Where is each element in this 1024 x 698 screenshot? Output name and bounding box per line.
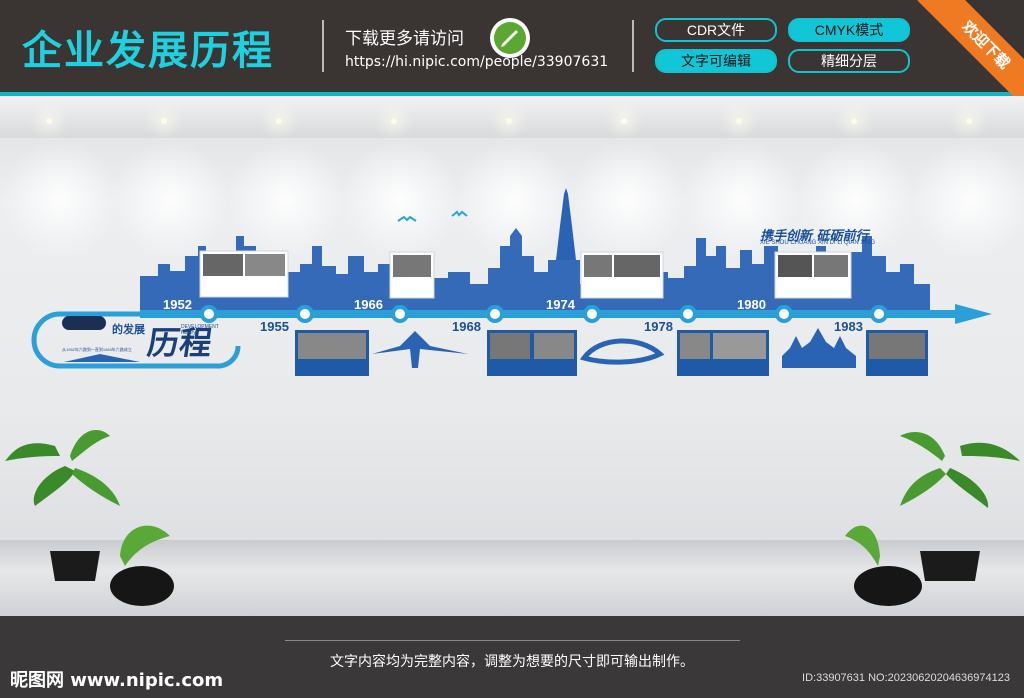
intro-en: DEVELOPMENT history [181,324,219,336]
corner-ribbon-label: 欢迎下载 [917,0,1024,110]
bird-icon [397,215,417,222]
pill-cmyk-mode: CMYK模式 [788,18,910,42]
header-divider [322,20,324,72]
download-url[interactable]: https://hi.nipic.com/people/33907631 [345,54,608,70]
footer-divider [285,640,740,641]
site-watermark: 昵图网 www.nipic.com [10,670,224,691]
year-label-top: 1966 [354,297,383,312]
year-label-bottom: 1978 [644,319,673,334]
intro-title: 的发展 [112,323,145,336]
year-label-top: 1974 [546,297,575,312]
intro-desc: 从1952年六路到一直到1983年六路成立 [62,347,132,352]
year-label-top: 1952 [163,297,192,312]
pill-editable-text: 文字可编辑 [655,49,777,73]
nipic-logo-icon [490,18,530,58]
pill-cdr-file: CDR文件 [655,18,777,42]
bird-icon [451,210,468,217]
plant-left [5,430,174,606]
page-title: 企业发展历程 [22,28,274,74]
year-label-top: 1980 [737,297,766,312]
plant-right [845,432,1020,606]
landmark-shapes [372,328,856,368]
year-label-bottom: 1983 [834,319,863,334]
timeline-slogan-sub: XIE SHOU CHUANG XIN DI LI QIAN XING [760,240,876,246]
corner-ribbon: 欢迎下载 [914,0,1024,110]
header-divider-2 [632,20,634,72]
download-text: 下载更多请访问 [345,29,464,49]
year-label-bottom: 1968 [452,319,481,334]
image-id-text: ID:33907631 NO:20230620204636974123 [802,672,1010,684]
year-label-bottom: 1955 [260,319,289,334]
pill-fine-layers: 精细分层 [788,49,910,73]
